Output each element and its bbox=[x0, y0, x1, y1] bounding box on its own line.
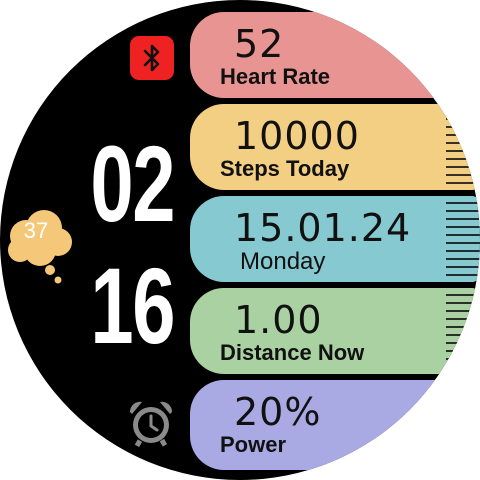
date-value: 15.01.24 bbox=[234, 206, 412, 250]
battery-label: Power bbox=[220, 432, 287, 457]
distance-panel[interactable]: 1.00 Distance Now bbox=[190, 288, 480, 374]
heart-rate-label: Heart Rate bbox=[220, 64, 331, 89]
alarm-clock-icon[interactable] bbox=[126, 398, 176, 448]
bluetooth-icon[interactable] bbox=[130, 36, 174, 80]
heart-rate-panel[interactable]: 52 Heart Rate bbox=[190, 12, 480, 98]
steps-value: 10000 bbox=[234, 114, 360, 158]
clock-hour: 02 bbox=[90, 123, 175, 244]
temperature-value: 37 bbox=[23, 218, 49, 243]
clock-minute: 16 bbox=[90, 245, 175, 366]
steps-panel[interactable]: 10000 Steps Today bbox=[190, 104, 480, 190]
watch-face: 52 Heart Rate 10000 Steps Today 15.01.24… bbox=[0, 0, 480, 480]
weekday-label: Monday bbox=[240, 248, 326, 275]
distance-label: Distance Now bbox=[220, 340, 365, 365]
heart-rate-value: 52 bbox=[234, 22, 285, 66]
battery-value: 20% bbox=[234, 390, 322, 434]
date-panel[interactable]: 15.01.24 Monday bbox=[190, 196, 480, 282]
battery-panel[interactable]: 20% Power bbox=[190, 380, 480, 470]
bluetooth-glyph bbox=[143, 44, 160, 72]
distance-value: 1.00 bbox=[234, 298, 323, 342]
steps-label: Steps Today bbox=[220, 156, 350, 181]
